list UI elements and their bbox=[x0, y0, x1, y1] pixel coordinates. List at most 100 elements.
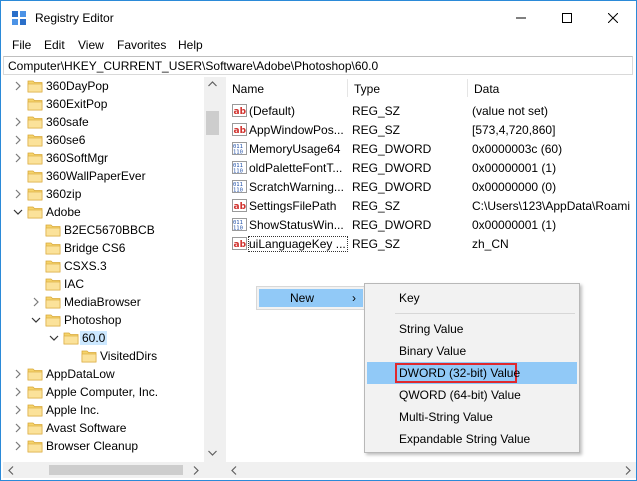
expand-chevron-icon[interactable] bbox=[13, 386, 23, 398]
scroll-left-icon[interactable] bbox=[231, 466, 237, 475]
scroll-right-icon[interactable] bbox=[193, 466, 199, 475]
tree-item[interactable]: B2EC5670BBCB bbox=[3, 221, 203, 239]
tree-item[interactable]: Browser Cleanup bbox=[3, 437, 203, 455]
submenu-item-label[interactable]: QWORD (64-bit) Value bbox=[399, 388, 521, 402]
expand-chevron-icon[interactable] bbox=[31, 296, 41, 308]
value-row[interactable]: ab SettingsFilePath REG_SZ C:\Users\123\App… bbox=[226, 196, 636, 215]
value-name[interactable]: ShowStatusWin... bbox=[249, 218, 349, 232]
collapse-chevron-icon[interactable] bbox=[13, 206, 23, 218]
tree-item[interactable]: Apple Inc. bbox=[3, 401, 203, 419]
value-name[interactable]: (Default) bbox=[249, 104, 349, 118]
expand-chevron-icon[interactable] bbox=[13, 134, 23, 146]
tree-item[interactable]: CSXS.3 bbox=[3, 257, 203, 275]
submenu-item-label[interactable]: DWORD (32-bit) Value bbox=[399, 366, 520, 380]
tree-item-label[interactable]: B2EC5670BBCB bbox=[62, 223, 157, 237]
tree-item[interactable]: 60.0 bbox=[3, 329, 203, 347]
menu-view[interactable]: View bbox=[78, 38, 104, 52]
scroll-left-icon[interactable] bbox=[8, 466, 14, 475]
tree-item-label[interactable]: IAC bbox=[62, 277, 86, 291]
tree-item[interactable]: Bridge CS6 bbox=[3, 239, 203, 257]
value-row[interactable]: 011 110 oldPaletteFontT... REG_DWORD 0x00000… bbox=[226, 158, 636, 177]
tree-item-label[interactable]: 360se6 bbox=[44, 133, 87, 147]
tree-item-label[interactable]: 360DayPop bbox=[44, 79, 111, 93]
tree-item[interactable]: 360SoftMgr bbox=[3, 149, 203, 167]
submenu-item-label[interactable]: Multi-String Value bbox=[399, 410, 493, 424]
scroll-up-icon[interactable] bbox=[208, 81, 217, 87]
value-name[interactable]: ScratchWarning... bbox=[249, 180, 349, 194]
tree-item[interactable]: Avast Software bbox=[3, 419, 203, 437]
value-row[interactable]: ab (Default) REG_SZ (value not set) bbox=[226, 101, 636, 120]
tree-item-label[interactable]: Photoshop bbox=[62, 313, 123, 327]
value-name[interactable]: SettingsFilePath bbox=[249, 199, 349, 213]
tree-item-label[interactable]: 360safe bbox=[44, 115, 91, 129]
tree-item-label[interactable]: AppDataLow bbox=[44, 367, 117, 381]
value-row[interactable]: 011 110 MemoryUsage64 REG_DWORD 0x0000003c (… bbox=[226, 139, 636, 158]
menu-edit[interactable]: Edit bbox=[44, 38, 65, 52]
menu-help[interactable]: Help bbox=[178, 38, 203, 52]
tree-item-label[interactable]: Apple Computer, Inc. bbox=[44, 385, 160, 399]
tree-vertical-scrollbar[interactable] bbox=[204, 77, 221, 462]
expand-chevron-icon[interactable] bbox=[13, 368, 23, 380]
submenu-item[interactable]: Key bbox=[367, 287, 577, 309]
collapse-chevron-icon[interactable] bbox=[49, 332, 59, 344]
tree-item[interactable]: IAC bbox=[3, 275, 203, 293]
tree-item[interactable]: Photoshop bbox=[3, 311, 203, 329]
submenu-item-label[interactable]: Expandable String Value bbox=[399, 432, 530, 446]
tree-item[interactable]: 360DayPop bbox=[3, 77, 203, 95]
scroll-down-icon[interactable] bbox=[208, 450, 217, 456]
value-name[interactable]: oldPaletteFontT... bbox=[249, 161, 349, 175]
tree-item-label[interactable]: 360zip bbox=[44, 187, 83, 201]
tree-item[interactable]: 360ExitPop bbox=[3, 95, 203, 113]
submenu-item[interactable]: Expandable String Value bbox=[367, 428, 577, 450]
tree-item[interactable]: Apple Computer, Inc. bbox=[3, 383, 203, 401]
maximize-button[interactable] bbox=[544, 1, 590, 35]
expand-chevron-icon[interactable] bbox=[13, 188, 23, 200]
address-bar[interactable]: Computer\HKEY_CURRENT_USER\Software\Adob… bbox=[3, 56, 633, 75]
tree-item[interactable]: AppDataLow bbox=[3, 365, 203, 383]
submenu-item[interactable]: String Value bbox=[367, 318, 577, 340]
tree-hscroll-thumb[interactable] bbox=[49, 465, 183, 475]
tree-item-label[interactable]: VisitedDirs bbox=[98, 349, 159, 363]
submenu-item[interactable]: DWORD (32-bit) Value bbox=[367, 362, 577, 384]
tree-item-label[interactable]: MediaBrowser bbox=[62, 295, 143, 309]
tree-item-label[interactable]: Browser Cleanup bbox=[44, 439, 140, 453]
tree-item[interactable]: 360zip bbox=[3, 185, 203, 203]
tree-horizontal-scrollbar[interactable] bbox=[3, 462, 221, 478]
tree-item-label[interactable]: Adobe bbox=[44, 205, 83, 219]
submenu-item-label[interactable]: Key bbox=[399, 291, 420, 305]
tree-item[interactable]: 360WallPaperEver bbox=[3, 167, 203, 185]
collapse-chevron-icon[interactable] bbox=[31, 314, 41, 326]
value-row[interactable]: ab uiLanguageKey ... REG_SZ zh_CN bbox=[226, 234, 636, 253]
expand-chevron-icon[interactable] bbox=[13, 404, 23, 416]
column-header-data[interactable]: Data bbox=[468, 77, 636, 99]
expand-chevron-icon[interactable] bbox=[13, 422, 23, 434]
value-name[interactable]: AppWindowPos... bbox=[249, 123, 349, 137]
close-button[interactable] bbox=[590, 1, 636, 35]
value-row[interactable]: 011 110 ShowStatusWin... REG_DWORD 0x0000000… bbox=[226, 215, 636, 234]
minimize-button[interactable] bbox=[498, 1, 544, 35]
submenu-item[interactable]: QWORD (64-bit) Value bbox=[367, 384, 577, 406]
tree-item[interactable]: 360se6 bbox=[3, 131, 203, 149]
expand-chevron-icon[interactable] bbox=[13, 440, 23, 452]
scroll-right-icon[interactable] bbox=[625, 466, 631, 475]
context-menu-new[interactable]: New › bbox=[256, 286, 366, 310]
menu-file[interactable]: File bbox=[12, 38, 31, 52]
tree-item-label[interactable]: Bridge CS6 bbox=[62, 241, 127, 255]
submenu-item[interactable]: Multi-String Value bbox=[367, 406, 577, 428]
submenu-item-label[interactable]: String Value bbox=[399, 322, 463, 336]
value-row[interactable]: 011 110 ScratchWarning... REG_DWORD 0x000000… bbox=[226, 177, 636, 196]
submenu-item[interactable]: Binary Value bbox=[367, 340, 577, 362]
submenu-item-label[interactable]: Binary Value bbox=[399, 344, 466, 358]
tree-item[interactable]: MediaBrowser bbox=[3, 293, 203, 311]
context-menu-new-label[interactable]: New bbox=[290, 291, 314, 305]
tree-item-label[interactable]: CSXS.3 bbox=[62, 259, 109, 273]
tree-item[interactable]: 360safe bbox=[3, 113, 203, 131]
value-name[interactable]: uiLanguageKey ... bbox=[248, 236, 348, 252]
tree-item-label[interactable]: 360WallPaperEver bbox=[44, 169, 148, 183]
expand-chevron-icon[interactable] bbox=[13, 116, 23, 128]
column-header-type[interactable]: Type bbox=[348, 77, 468, 99]
tree-item-label[interactable]: 60.0 bbox=[80, 331, 108, 345]
tree-item-label[interactable]: Apple Inc. bbox=[44, 403, 101, 417]
tree-scroll-thumb[interactable] bbox=[206, 111, 219, 135]
tree-item-label[interactable]: 360SoftMgr bbox=[44, 151, 110, 165]
